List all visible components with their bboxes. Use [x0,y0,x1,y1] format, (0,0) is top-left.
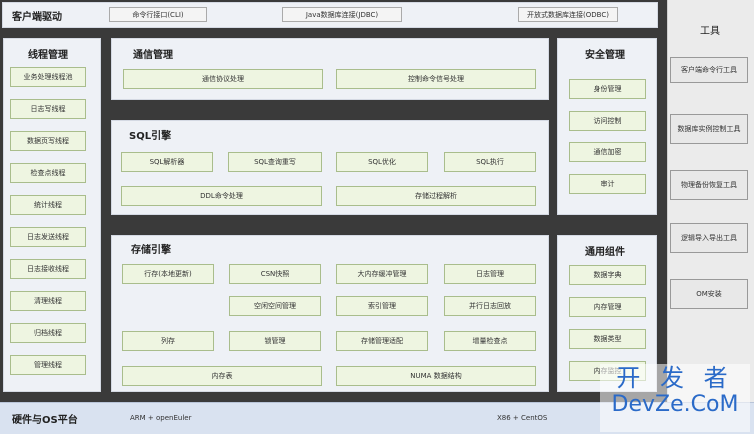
memory-table-box: 内存表 [122,366,322,386]
odbc-box: 开放式数据库连接(ODBC) [518,7,618,22]
tool-item: 逻辑导入导出工具 [670,223,748,253]
procedure-box: 存储过程解析 [336,186,536,206]
communication-title: 通信管理 [133,46,173,61]
thread-item: 日志接收线程 [10,259,86,279]
free-space-box: 空闲空间管理 [229,296,321,316]
thread-item: 检查点线程 [10,163,86,183]
thread-item: 统计线程 [10,195,86,215]
common-item: 数据类型 [569,329,646,349]
storage-adapter-box: 存储管理适配 [336,331,428,351]
x86-platform: X86 + CentOS [497,414,547,422]
index-mgmt-box: 索引管理 [336,296,428,316]
platform-title: 硬件与OS平台 [12,411,78,426]
jdbc-box: Java数据库连接(JDBC) [282,7,402,22]
sql-rewrite-box: SQL查询重写 [228,152,322,172]
security-item: 审计 [569,174,646,194]
watermark-logo: 开 发 者 DevZe.CoM [600,364,750,432]
security-item: 访问控制 [569,111,646,131]
thread-item: 管理线程 [10,355,86,375]
control-signal-box: 控制命令信号处理 [336,69,536,89]
protocol-box: 通信协议处理 [123,69,323,89]
numa-box: NUMA 数据结构 [336,366,536,386]
tool-item: 数据库实例控制工具 [670,114,748,144]
cli-box: 命令行接口(CLI) [109,7,207,22]
thread-item: 日志写线程 [10,99,86,119]
sql-engine-title: SQL引擎 [129,127,171,142]
arm-platform: ARM + openEuler [130,414,191,422]
ddl-box: DDL命令处理 [121,186,322,206]
sql-execute-box: SQL执行 [444,152,536,172]
parallel-replay-box: 并行日志回放 [444,296,536,316]
common-item: 内存管理 [569,297,646,317]
tools-title: 工具 [700,22,720,37]
thread-item: 数据页写线程 [10,131,86,151]
sql-optimize-box: SQL优化 [336,152,428,172]
tool-item: OM安装 [670,279,748,309]
security-item: 身份管理 [569,79,646,99]
client-driver-title: 客户端驱动 [12,8,62,23]
column-store-box: 列存 [122,331,214,351]
storage-engine-title: 存储引擎 [131,241,171,256]
log-mgmt-box: 日志管理 [444,264,536,284]
csn-snapshot-box: CSN快照 [229,264,321,284]
watermark-line1: 开 发 者 [600,364,750,392]
watermark-line2: DevZe.CoM [600,392,750,418]
thread-item: 业务处理线程池 [10,67,86,87]
row-store-box: 行存(本地更新) [122,264,214,284]
sql-parser-box: SQL解析器 [121,152,213,172]
thread-management-title: 线程管理 [28,46,68,61]
incremental-checkpoint-box: 增量检查点 [444,331,536,351]
lock-mgmt-box: 锁管理 [229,331,321,351]
security-item: 通信加密 [569,142,646,162]
thread-item: 清理线程 [10,291,86,311]
common-item: 数据字典 [569,265,646,285]
security-title: 安全管理 [585,46,625,61]
thread-item: 归档线程 [10,323,86,343]
tool-item: 客户端命令行工具 [670,57,748,83]
common-components-title: 通用组件 [585,243,625,258]
buffer-mgmt-box: 大内存缓冲管理 [336,264,428,284]
tool-item: 物理备份恢复工具 [670,170,748,200]
thread-item: 日志发送线程 [10,227,86,247]
